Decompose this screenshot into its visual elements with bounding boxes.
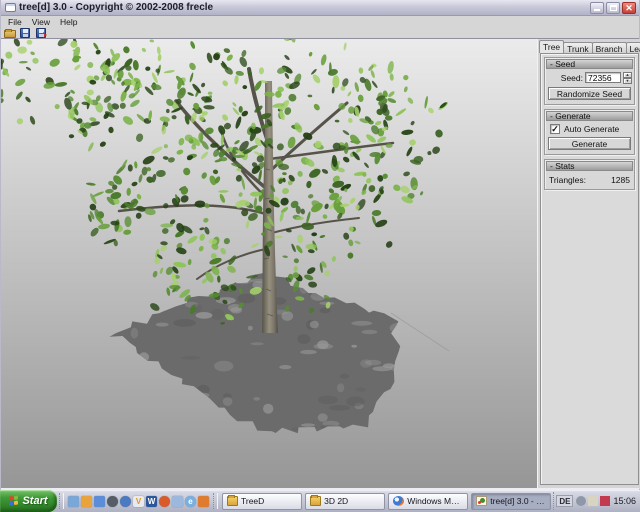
side-panel: Tree Trunk Branch Leaf - Seed Seed: ▲ — [537, 39, 640, 489]
menu-view[interactable]: View — [27, 17, 55, 27]
quicklaunch-icon[interactable]: W — [146, 496, 157, 507]
title-bar[interactable]: tree[d] 3.0 - Copyright © 2002-2008 frec… — [1, 0, 639, 16]
triangles-label: Triangles: — [549, 175, 586, 185]
save-button[interactable] — [20, 28, 32, 38]
taskbar-button[interactable]: TreeD — [222, 493, 302, 510]
menu-help[interactable]: Help — [55, 17, 82, 27]
quicklaunch-icon[interactable] — [198, 496, 209, 507]
open-button[interactable] — [4, 28, 16, 38]
quicklaunch-icon[interactable] — [172, 496, 183, 507]
menu-file[interactable]: File — [3, 17, 27, 27]
open-folder-icon — [4, 30, 16, 38]
quicklaunch-icon[interactable]: V — [133, 496, 144, 507]
taskbar-button-label: Windows Media Player — [407, 496, 463, 506]
wmp-icon — [393, 496, 404, 506]
tab-page-tree: - Seed Seed: ▲ ▼ Randomize Seed - Ge — [540, 53, 639, 485]
folder-icon — [227, 496, 238, 506]
tray-icon[interactable] — [588, 496, 598, 506]
save-as-icon — [36, 28, 46, 38]
quicklaunch-handle[interactable] — [59, 493, 64, 509]
generate-button[interactable]: Generate — [548, 137, 631, 150]
taskbar: Start VWe TreeD 3D 2D Windows Media Player… — [0, 490, 640, 512]
quick-launch: VWe — [66, 496, 211, 507]
menu-bar: File View Help — [1, 17, 639, 27]
tab-strip: Tree Trunk Branch Leaf — [539, 40, 640, 53]
taskbar-button[interactable]: tree[d] 3.0 - Copyrig... — [471, 493, 551, 510]
window-title: tree[d] 3.0 - Copyright © 2002-2008 frec… — [19, 2, 590, 13]
save-icon — [20, 28, 30, 38]
seed-group: - Seed Seed: ▲ ▼ Randomize Seed — [544, 57, 635, 105]
restore-button[interactable] — [606, 2, 620, 14]
quicklaunch-icon[interactable] — [94, 496, 105, 507]
quicklaunch-icon[interactable] — [107, 496, 118, 507]
treed-icon — [476, 496, 487, 506]
stats-group-header[interactable]: - Stats — [546, 161, 633, 171]
generate-group-header[interactable]: - Generate — [546, 111, 633, 121]
windows-flag-icon — [9, 495, 19, 506]
desktop: tree[d] 3.0 - Copyright © 2002-2008 frec… — [0, 0, 640, 512]
close-button[interactable]: ✕ — [622, 2, 636, 14]
tab-branch[interactable]: Branch — [592, 42, 627, 53]
quicklaunch-icon[interactable] — [68, 496, 79, 507]
taskbar-button-label: 3D 2D — [324, 496, 348, 506]
quicklaunch-icon[interactable] — [159, 496, 170, 507]
quicklaunch-icon[interactable] — [120, 496, 131, 507]
triangles-value: 1285 — [611, 175, 630, 185]
seed-group-header[interactable]: - Seed — [546, 59, 633, 69]
tray-icons — [576, 496, 610, 506]
tray-icon[interactable] — [576, 496, 586, 506]
tab-trunk[interactable]: Trunk — [563, 42, 592, 53]
seed-spin-down[interactable]: ▼ — [623, 78, 632, 84]
taskbar-button[interactable]: Windows Media Player — [388, 493, 468, 510]
tab-tree[interactable]: Tree — [539, 40, 564, 53]
taskbar-button[interactable]: 3D 2D — [305, 493, 385, 510]
app-icon — [5, 3, 16, 12]
auto-generate-checkbox[interactable]: ✓ — [550, 124, 560, 134]
taskbar-clock[interactable]: 15:06 — [613, 496, 636, 506]
quicklaunch-icon[interactable] — [81, 496, 92, 507]
quicklaunch-icon[interactable]: e — [185, 496, 196, 507]
task-buttons: TreeD 3D 2D Windows Media Player tree[d] 3.… — [220, 493, 553, 510]
save-as-button[interactable] — [36, 28, 48, 38]
seed-label: Seed: — [561, 73, 583, 83]
tray-icon[interactable] — [600, 496, 610, 506]
taskbar-button-label: TreeD — [241, 496, 264, 506]
tree-render — [1, 39, 537, 489]
start-button[interactable]: Start — [0, 490, 57, 512]
language-indicator[interactable]: DE — [556, 495, 573, 507]
tab-leaf[interactable]: Leaf — [626, 42, 640, 53]
main-area: Tree Trunk Branch Leaf - Seed Seed: ▲ — [1, 38, 639, 488]
taskbar-button-label: tree[d] 3.0 - Copyrig... — [490, 496, 546, 506]
app-window: tree[d] 3.0 - Copyright © 2002-2008 frec… — [0, 0, 640, 490]
viewport-3d[interactable] — [1, 39, 537, 489]
randomize-seed-button[interactable]: Randomize Seed — [548, 87, 631, 100]
seed-spinner: ▲ ▼ — [623, 72, 632, 83]
taskband-handle[interactable] — [213, 493, 218, 509]
start-label: Start — [22, 495, 47, 507]
folder-icon — [310, 496, 321, 506]
minimize-button[interactable] — [590, 2, 604, 14]
generate-group: - Generate ✓ Auto Generate Generate — [544, 109, 635, 155]
toolbar — [1, 27, 639, 38]
stats-group: - Stats Triangles: 1285 — [544, 159, 635, 190]
seed-input[interactable] — [585, 72, 621, 83]
system-tray: DE 15:06 — [553, 492, 640, 510]
auto-generate-label: Auto Generate — [564, 124, 619, 134]
